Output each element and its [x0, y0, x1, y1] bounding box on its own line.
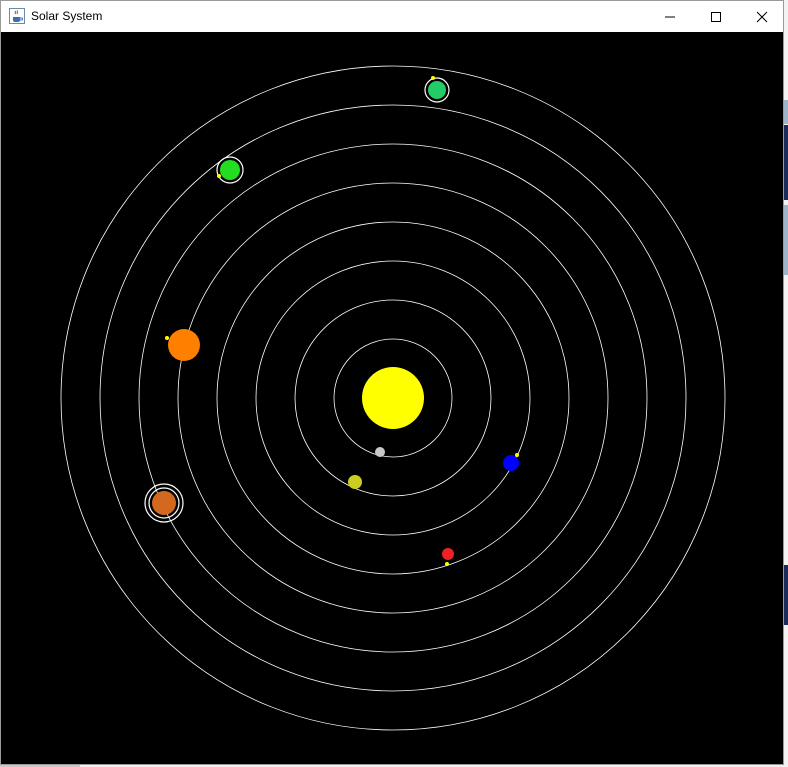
close-button[interactable]: [739, 1, 785, 32]
window-title: Solar System: [31, 9, 103, 23]
ringed-planet-8: [424, 77, 450, 103]
minimize-icon: [665, 16, 675, 17]
moon-planet-8: [431, 76, 435, 80]
planet-2: [348, 475, 362, 489]
moon-planet-7: [217, 174, 221, 178]
planet-7: [220, 160, 240, 180]
java-cup-icon: [9, 8, 25, 24]
background-window-edge-segment: [784, 565, 788, 625]
solar-system-canvas[interactable]: [1, 32, 783, 764]
moon-planet-4: [445, 562, 449, 566]
moon-planet-5: [165, 336, 169, 340]
app-window: Solar System: [0, 0, 784, 765]
background-window-edge-segment: [784, 125, 788, 200]
planet-1: [375, 447, 385, 457]
sun: [362, 367, 424, 429]
planet-6: [152, 491, 176, 515]
planet-8: [428, 81, 446, 99]
planet-4: [442, 548, 454, 560]
maximize-icon: [711, 11, 721, 22]
solar-system-scene: [1, 32, 783, 764]
moon-planet-3: [515, 453, 519, 457]
planet-3: [503, 455, 519, 471]
planet-5: [168, 329, 200, 361]
maximize-button[interactable]: [693, 1, 739, 32]
background-window-edge-segment: [784, 205, 788, 275]
ringed-planet-7: [216, 156, 244, 184]
minimize-button[interactable]: [647, 1, 693, 32]
background-window-edge-segment: [784, 100, 788, 124]
close-icon: [756, 11, 768, 22]
title-bar[interactable]: Solar System: [1, 1, 783, 32]
